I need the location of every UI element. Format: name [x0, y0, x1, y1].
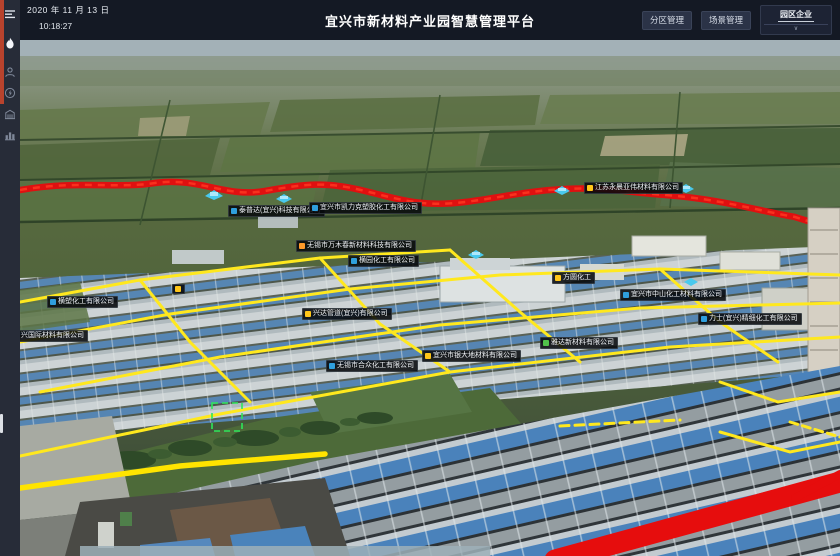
sidebar-item-energy[interactable] — [0, 83, 20, 103]
company-marker-icon — [555, 275, 561, 281]
company-marker-icon — [351, 258, 357, 264]
chevron-down-icon: ∨ — [794, 26, 798, 32]
zone-management-button[interactable]: 分区管理 — [642, 11, 692, 30]
map-marker[interactable]: 雅达新材料有限公司 — [540, 337, 618, 349]
bar-chart-icon — [4, 129, 16, 141]
smart-park-platform: 2020 年 11 月 13 日 10:18:27 宜兴市新材料产业园智慧管理平… — [0, 0, 840, 556]
map-marker[interactable]: 宜兴市中山化工材料有限公司 — [620, 289, 726, 301]
scene-management-button[interactable]: 场景管理 — [701, 11, 751, 30]
map-marker[interactable]: 无锡市万木春新材料科技有限公司 — [296, 240, 416, 252]
map-3d-viewport[interactable]: 泰普达(宜兴)科技有限公司 宜兴市凯力克塑胶化工有限公司 无锡市万木春新材料科技… — [20, 40, 840, 556]
company-marker-icon — [543, 340, 549, 346]
map-marker[interactable]: 兴达管道(宜兴)有限公司 — [302, 308, 392, 320]
company-marker-icon — [701, 316, 707, 322]
company-marker-icon — [329, 363, 335, 369]
park-enterprise-dropdown[interactable]: 园区企业 ∨ — [760, 5, 832, 35]
time-text: 10:18:27 — [39, 21, 72, 31]
dropdown-divider — [764, 24, 828, 25]
company-marker-icon — [175, 286, 181, 292]
left-sidebar — [0, 0, 20, 556]
company-marker-icon — [587, 185, 593, 191]
map-marker[interactable]: 横塑化工有限公司 — [47, 296, 118, 308]
date-text: 2020 年 11 月 13 日 — [27, 4, 110, 16]
map-marker-mini[interactable] — [172, 284, 185, 294]
company-marker-icon — [425, 353, 431, 359]
sidebar-item-stats[interactable] — [0, 125, 20, 145]
person-icon — [4, 66, 16, 78]
company-marker-icon — [299, 243, 305, 249]
map-marker[interactable]: 宜兴市银大地材料有限公司 — [422, 350, 521, 362]
hamburger-icon — [4, 8, 16, 20]
company-marker-icon — [231, 208, 237, 214]
dropdown-label: 园区企业 — [778, 9, 814, 22]
map-marker[interactable]: 江苏永晨亚伟材料有限公司 — [584, 182, 683, 194]
top-header: 2020 年 11 月 13 日 10:18:27 宜兴市新材料产业园智慧管理平… — [20, 0, 840, 40]
page-title: 宜兴市新材料产业园智慧管理平台 — [325, 11, 535, 30]
panel-drag-handle[interactable] — [0, 414, 3, 433]
company-marker-icon — [305, 311, 311, 317]
map-marker[interactable]: 无锡市合众化工有限公司 — [326, 360, 418, 372]
map-marker[interactable]: 横园化工有限公司 — [348, 255, 419, 267]
map-marker[interactable]: 兴国际材料有限公司 — [20, 330, 88, 342]
power-icon — [4, 87, 16, 99]
map-marker[interactable]: 方圆化工 — [552, 272, 595, 284]
company-marker-icon — [623, 292, 629, 298]
sidebar-item-fire[interactable] — [0, 33, 20, 53]
flame-icon — [4, 37, 16, 50]
map-marker[interactable]: 宜兴市凯力克塑胶化工有限公司 — [309, 202, 422, 214]
map-marker[interactable]: 力士(宜兴)精细化工有限公司 — [698, 313, 802, 325]
sidebar-item-factory[interactable] — [0, 104, 20, 124]
company-marker-icon — [312, 205, 318, 211]
hamburger-menu-button[interactable] — [0, 4, 20, 24]
factory-icon — [4, 108, 16, 120]
sidebar-item-monitor[interactable] — [0, 62, 20, 82]
company-marker-icon — [50, 299, 56, 305]
